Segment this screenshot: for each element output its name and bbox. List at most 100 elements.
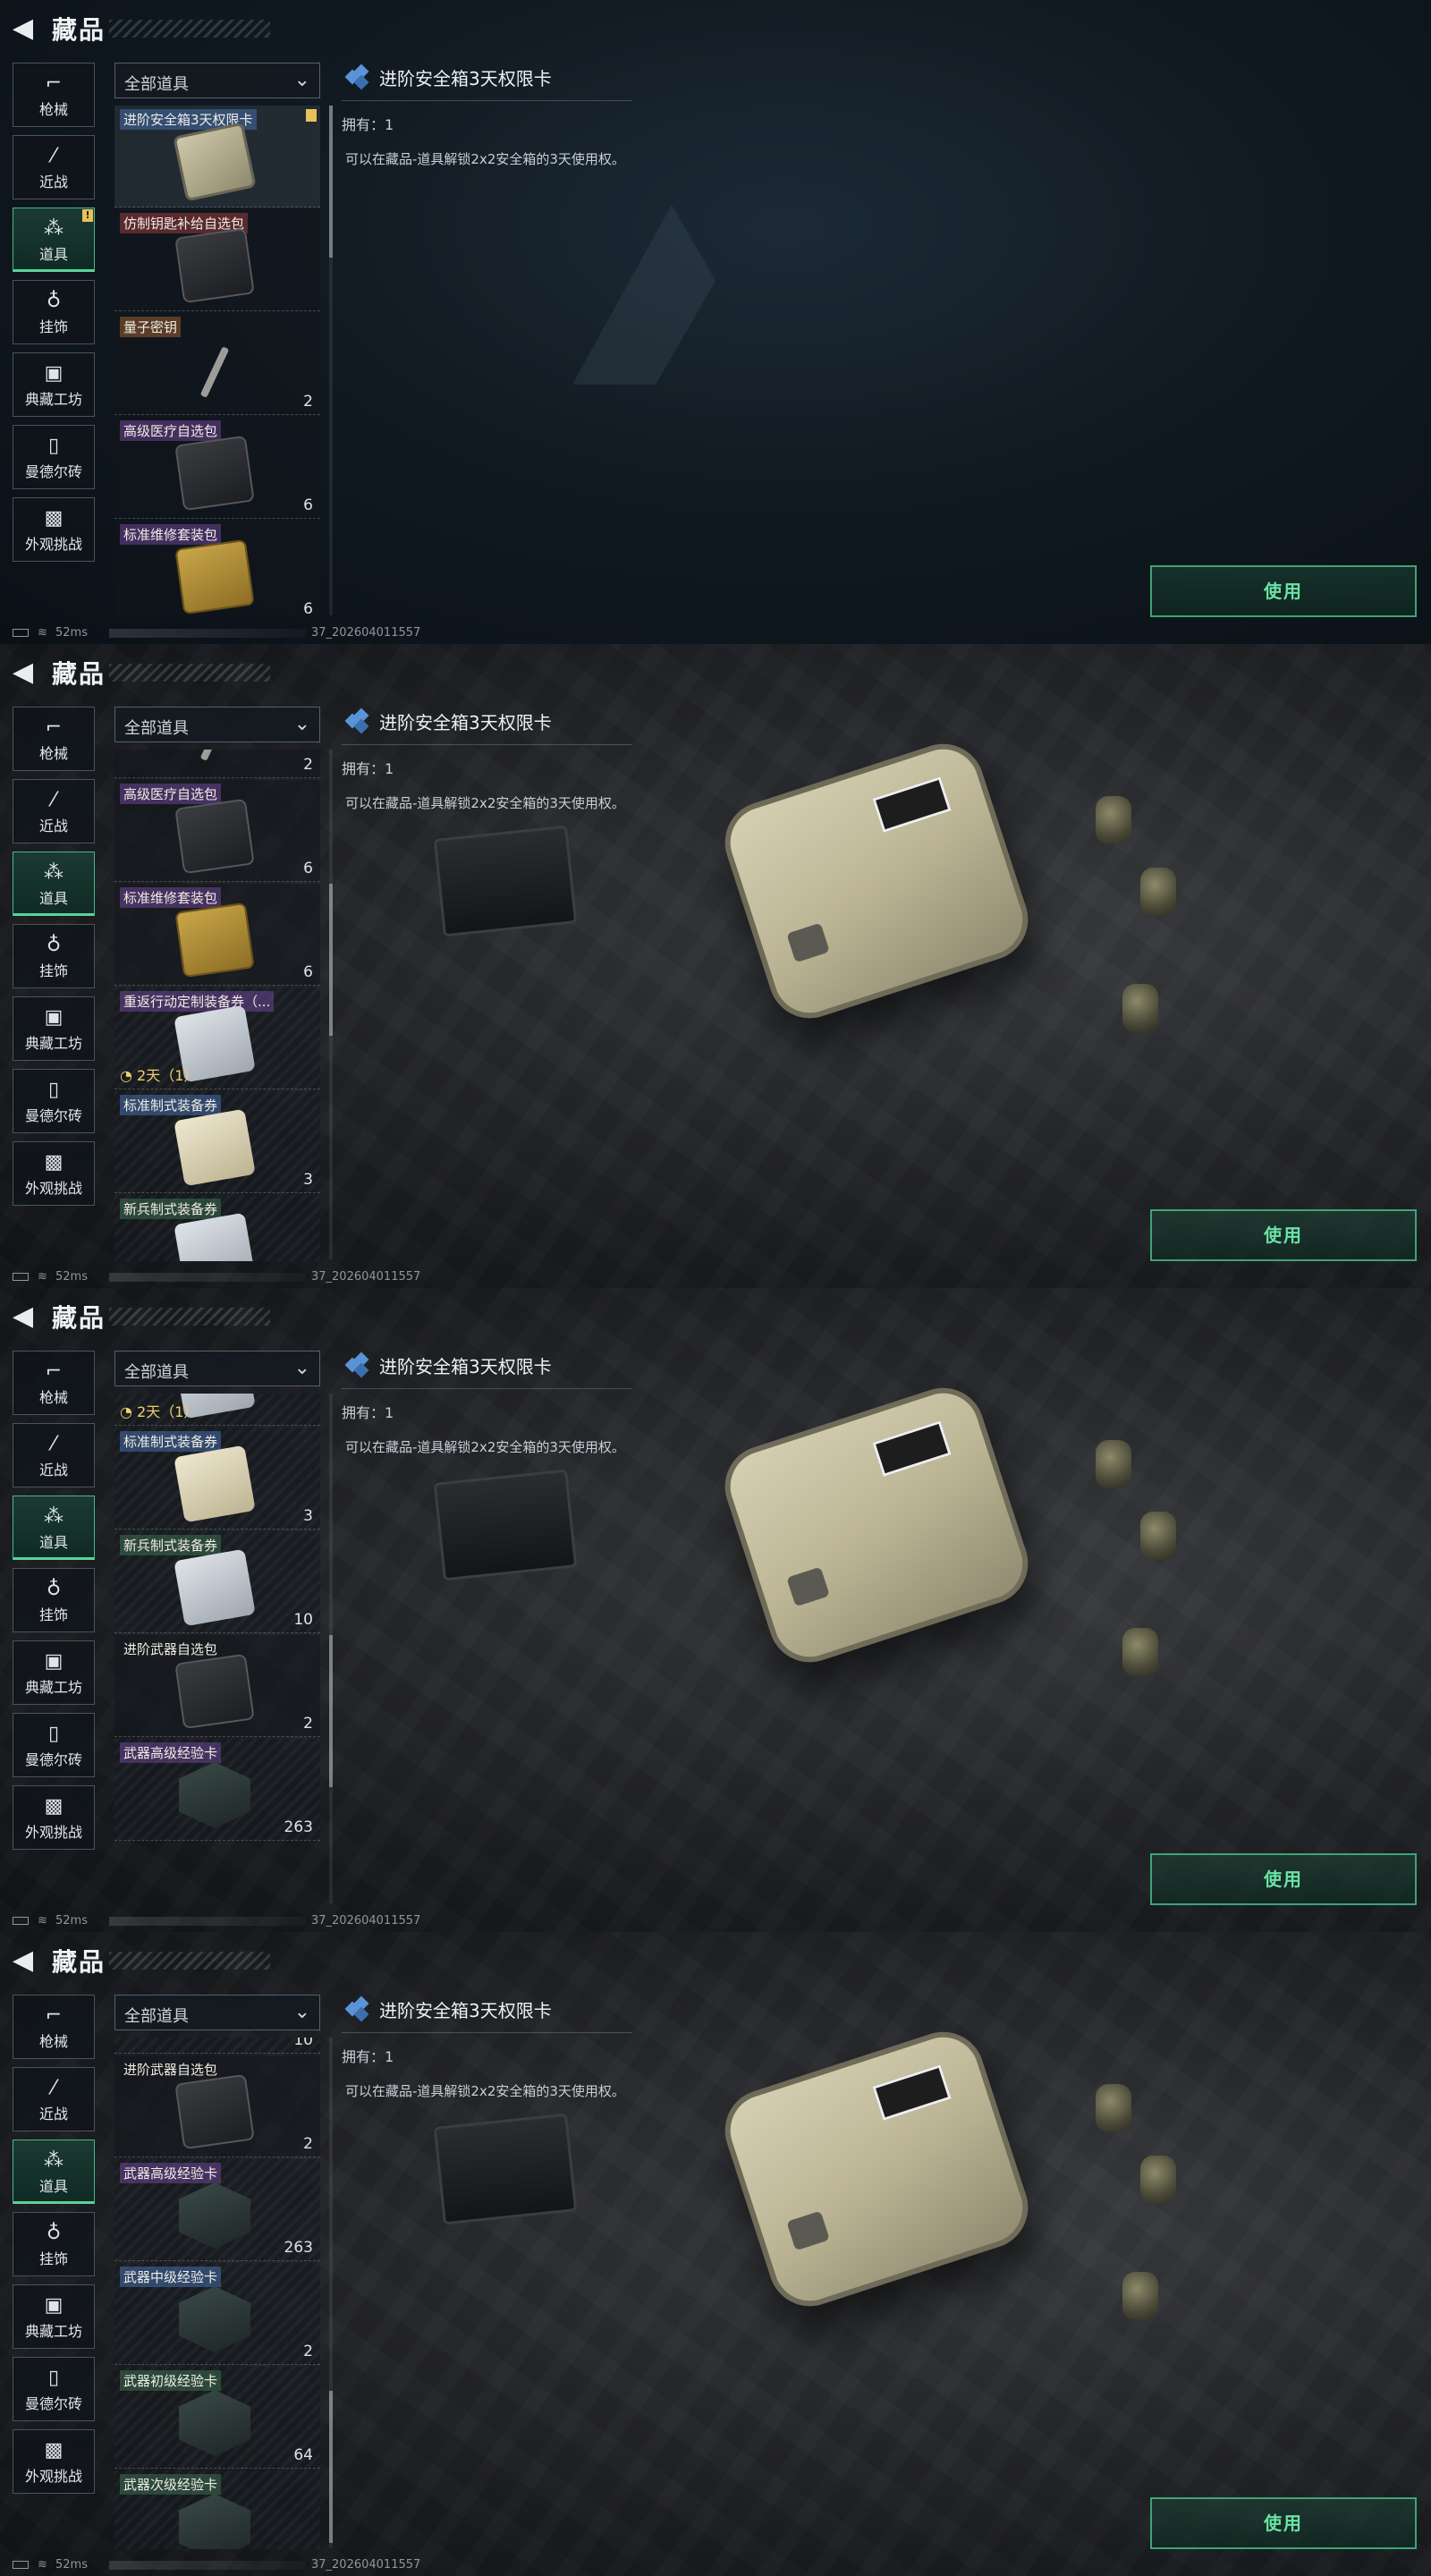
ticket-image (174, 1445, 256, 1523)
scroll-thumb[interactable] (329, 106, 333, 258)
item-list[interactable]: 进阶安全箱3天权限卡 仿制钥匙补给自选包 量子密钥 2 高级医疗自选包 6 标准… (114, 106, 320, 617)
item-list[interactable]: 10 进阶武器自选包 2 武器高级经验卡 263 武器中级经验卡 2 武器初级经… (114, 2038, 320, 2549)
back-arrow-icon[interactable]: ◀ (13, 1945, 41, 1977)
category-challenge[interactable]: ▩ 外观挑战 (13, 497, 95, 562)
use-button[interactable]: 使用 (1150, 1853, 1417, 1905)
category-challenge[interactable]: ▩ 外观挑战 (13, 2429, 95, 2494)
title-stripe-decoration (109, 1308, 270, 1326)
item-filter-dropdown[interactable]: 全部道具 ⌄ (114, 1995, 320, 2030)
scroll-thumb[interactable] (329, 2391, 333, 2543)
list-item[interactable]: 2 (114, 750, 320, 778)
category-items[interactable]: ⁂ 道具 (13, 2140, 95, 2204)
item-name: 进阶武器自选包 (123, 1641, 218, 1657)
scroll-thumb[interactable] (329, 884, 333, 1036)
list-item[interactable]: 进阶安全箱3天权限卡 (114, 106, 320, 208)
item-filter-dropdown[interactable]: 全部道具 ⌄ (114, 63, 320, 98)
detail-description: 可以在藏品-道具解锁2x2安全箱的3天使用权。 (345, 795, 625, 811)
category-nav: ⌐ 枪械 ⁄ 近战 ⁂ 道具! ♁ 挂饰 ▣ 典藏工坊 ▯ 曼德尔砖 ▩ 外观挑战 (13, 63, 95, 570)
list-item[interactable]: 重返行动定制装备券（... ◔ 2天（1） (114, 987, 320, 1089)
list-item[interactable]: 高级医疗自选包 6 (114, 780, 320, 882)
screen-frame-1: ◀ 藏品 ⌐ 枪械 ⁄ 近战 ⁂ 道具! ♁ 挂饰 ▣ 典藏工坊 ▯ 曼德尔砖 ▩ 外观挑战 … (0, 0, 1431, 644)
list-item[interactable]: 量子密钥 2 (114, 313, 320, 415)
category-items[interactable]: ⁂ 道具 (13, 1496, 95, 1560)
list-scrollbar[interactable] (329, 750, 333, 1259)
item-name: 重返行动定制装备券（... (120, 991, 275, 1012)
list-item[interactable]: 高级医疗自选包 6 (114, 417, 320, 519)
category-label: 典藏工坊 (24, 1679, 82, 1696)
back-arrow-icon[interactable]: ◀ (13, 657, 41, 689)
category-guns[interactable]: ⌐ 枪械 (13, 1351, 95, 1415)
category-label: 道具 (38, 2178, 68, 2195)
list-item[interactable]: 标准维修套装包 6 (114, 521, 320, 617)
list-item[interactable]: 标准制式装备券 3 (114, 1428, 320, 1530)
list-item[interactable]: 武器中级经验卡 2 (114, 2263, 320, 2365)
category-nav: ⌐ 枪械 ⁄ 近战 ⁂ 道具 ♁ 挂饰 ▣ 典藏工坊 ▯ 曼德尔砖 ▩ 外观挑战 (13, 707, 95, 1214)
list-item[interactable]: 进阶武器自选包 2 (114, 1635, 320, 1737)
list-item[interactable]: 标准维修套装包 6 (114, 884, 320, 986)
list-item[interactable]: 新兵制式装备券 10 (114, 1531, 320, 1633)
list-item[interactable]: 进阶武器自选包 2 (114, 2055, 320, 2157)
category-charms[interactable]: ♁ 挂饰 (13, 280, 95, 344)
category-workshop[interactable]: ▣ 典藏工坊 (13, 996, 95, 1061)
list-item[interactable]: 武器高级经验卡 263 (114, 2159, 320, 2261)
category-guns[interactable]: ⌐ 枪械 (13, 707, 95, 771)
use-button[interactable]: 使用 (1150, 2497, 1417, 2549)
back-arrow-icon[interactable]: ◀ (13, 13, 41, 45)
chevron-down-icon: ⌄ (293, 69, 310, 91)
list-item[interactable]: 武器高级经验卡 263 (114, 1739, 320, 1841)
item-list[interactable]: ◔ 2天（1） 标准制式装备券 3 新兵制式装备券 10 进阶武器自选包 2 武… (114, 1394, 320, 1905)
scene-radio-prop (433, 1469, 578, 1581)
category-items[interactable]: ⁂ 道具 (13, 852, 95, 916)
title-stripe-decoration (109, 664, 270, 682)
list-scrollbar[interactable] (329, 1394, 333, 1903)
category-guns[interactable]: ⌐ 枪械 (13, 63, 95, 127)
category-label: 外观挑战 (24, 536, 82, 553)
item-filter-dropdown[interactable]: 全部道具 ⌄ (114, 1351, 320, 1386)
use-button[interactable]: 使用 (1150, 1209, 1417, 1261)
list-item[interactable]: 新兵制式装备券 (114, 1195, 320, 1261)
screen-frame-4: ◀ 藏品 ⌐ 枪械 ⁄ 近战 ⁂ 道具 ♁ 挂饰 ▣ 典藏工坊 ▯ 曼德尔砖 ▩ 外观挑战 全… (0, 1932, 1431, 2576)
scroll-thumb[interactable] (329, 1635, 333, 1787)
category-melee[interactable]: ⁄ 近战 (13, 2067, 95, 2131)
category-workshop[interactable]: ▣ 典藏工坊 (13, 352, 95, 417)
list-item[interactable]: 武器次级经验卡 (114, 2470, 320, 2549)
chevron-down-icon: ⌄ (293, 2001, 310, 2023)
detail-description: 可以在藏品-道具解锁2x2安全箱的3天使用权。 (345, 151, 625, 167)
blurred-text (108, 1916, 306, 1926)
owned-count: 拥有：1 (342, 2048, 394, 2065)
list-item[interactable]: 标准制式装备券 3 (114, 1091, 320, 1193)
category-workshop[interactable]: ▣ 典藏工坊 (13, 1640, 95, 1705)
list-item[interactable]: 武器初级经验卡 64 (114, 2367, 320, 2469)
category-brick[interactable]: ▯ 曼德尔砖 (13, 1713, 95, 1777)
item-list[interactable]: 2 高级医疗自选包 6 标准维修套装包 6 重返行动定制装备券（... ◔ 2天… (114, 750, 320, 1261)
list-item[interactable]: 10 (114, 2038, 320, 2054)
category-melee[interactable]: ⁄ 近战 (13, 779, 95, 843)
item-name: 武器高级经验卡 (120, 2163, 222, 2183)
category-items[interactable]: ⁂ 道具! (13, 208, 95, 272)
category-charms[interactable]: ♁ 挂饰 (13, 1568, 95, 1632)
item-name: 武器高级经验卡 (120, 1742, 222, 1763)
list-scrollbar[interactable] (329, 2038, 333, 2547)
category-melee[interactable]: ⁄ 近战 (13, 135, 95, 199)
category-brick[interactable]: ▯ 曼德尔砖 (13, 1069, 95, 1133)
use-button[interactable]: 使用 (1150, 565, 1417, 617)
list-scrollbar[interactable] (329, 106, 333, 615)
page-title: 藏品 (52, 1303, 106, 1333)
category-challenge[interactable]: ▩ 外观挑战 (13, 1141, 95, 1206)
item-name: 武器中级经验卡 (120, 2267, 222, 2287)
category-guns[interactable]: ⌐ 枪械 (13, 1995, 95, 2059)
category-challenge[interactable]: ▩ 外观挑战 (13, 1785, 95, 1850)
header: ◀ 藏品 (0, 0, 1431, 57)
item-filter-dropdown[interactable]: 全部道具 ⌄ (114, 707, 320, 742)
category-melee[interactable]: ⁄ 近战 (13, 1423, 95, 1487)
category-workshop[interactable]: ▣ 典藏工坊 (13, 2284, 95, 2349)
category-charms[interactable]: ♁ 挂饰 (13, 924, 95, 988)
back-arrow-icon[interactable]: ◀ (13, 1301, 41, 1333)
category-label: 近战 (38, 2106, 68, 2123)
category-brick[interactable]: ▯ 曼德尔砖 (13, 425, 95, 489)
list-item[interactable]: ◔ 2天（1） (114, 1394, 320, 1426)
filter-value: 全部道具 (124, 719, 189, 738)
list-item[interactable]: 仿制钥匙补给自选包 (114, 209, 320, 311)
category-brick[interactable]: ▯ 曼德尔砖 (13, 2357, 95, 2421)
category-charms[interactable]: ♁ 挂饰 (13, 2212, 95, 2276)
